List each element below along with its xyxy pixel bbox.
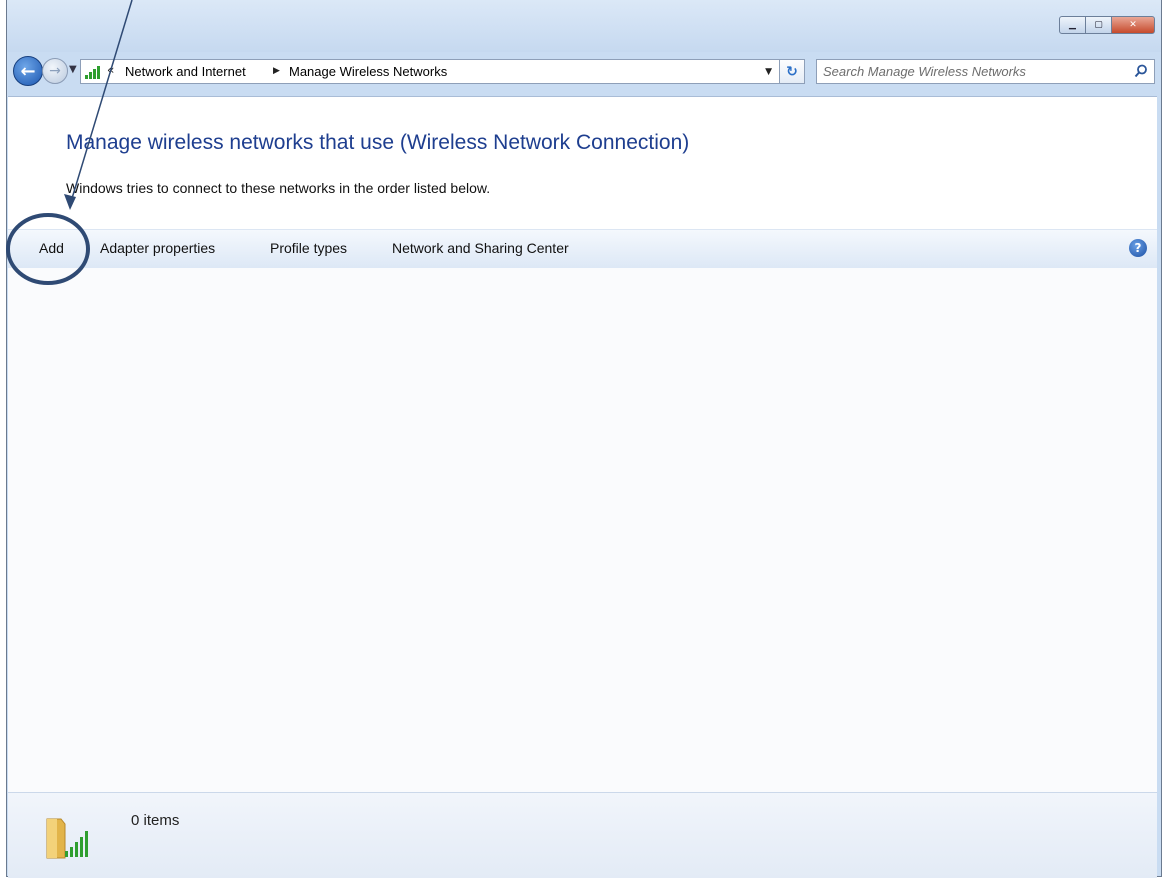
help-icon[interactable]: ? xyxy=(1129,239,1147,257)
address-bar[interactable]: « Network and Internet ▶ Manage Wireless… xyxy=(80,59,805,84)
search-box[interactable] xyxy=(816,59,1155,84)
navigation-bar: ← → ▼ « Network and Internet ▶ Manage Wi… xyxy=(13,56,1155,86)
overflow-chevron-icon[interactable]: « xyxy=(107,63,114,77)
adapter-properties-button[interactable]: Adapter properties xyxy=(100,240,215,256)
command-toolbar: Add Adapter properties Profile types Net… xyxy=(8,229,1157,269)
refresh-button[interactable]: ↻ xyxy=(779,59,805,84)
back-button[interactable]: ← xyxy=(13,56,43,86)
content-pane: Manage wireless networks that use (Wirel… xyxy=(8,96,1157,878)
breadcrumb-separator-icon[interactable]: ▶ xyxy=(273,66,280,76)
close-button[interactable]: ✕ xyxy=(1111,16,1155,34)
network-and-sharing-center-button[interactable]: Network and Sharing Center xyxy=(392,240,569,256)
breadcrumb-network-and-internet[interactable]: Network and Internet xyxy=(125,64,246,79)
address-dropdown-icon[interactable]: ▼ xyxy=(765,67,772,77)
title-bar: ▁ ▢ ✕ xyxy=(7,0,1161,52)
page-title: Manage wireless networks that use (Wirel… xyxy=(66,131,690,154)
profile-types-button[interactable]: Profile types xyxy=(270,240,347,256)
breadcrumb-manage-wireless-networks[interactable]: Manage Wireless Networks xyxy=(289,64,447,79)
explorer-window: ▁ ▢ ✕ ← → ▼ « Network and Internet ▶ Man… xyxy=(6,0,1162,878)
details-pane: 0 items xyxy=(8,792,1157,878)
search-icon[interactable] xyxy=(1133,63,1149,79)
search-input[interactable] xyxy=(823,62,1113,80)
page-description: Windows tries to connect to these networ… xyxy=(66,180,491,196)
maximize-button[interactable]: ▢ xyxy=(1085,16,1112,34)
item-count: 0 items xyxy=(131,812,180,829)
folder-signal-icon xyxy=(46,818,88,859)
recent-pages-dropdown-icon[interactable]: ▼ xyxy=(69,64,77,75)
caption-buttons: ▁ ▢ ✕ xyxy=(1059,16,1155,34)
network-signal-icon xyxy=(85,65,103,79)
minimize-button[interactable]: ▁ xyxy=(1059,16,1086,34)
add-button[interactable]: Add xyxy=(39,240,64,256)
network-list[interactable] xyxy=(8,268,1157,792)
forward-button[interactable]: → xyxy=(42,58,68,84)
